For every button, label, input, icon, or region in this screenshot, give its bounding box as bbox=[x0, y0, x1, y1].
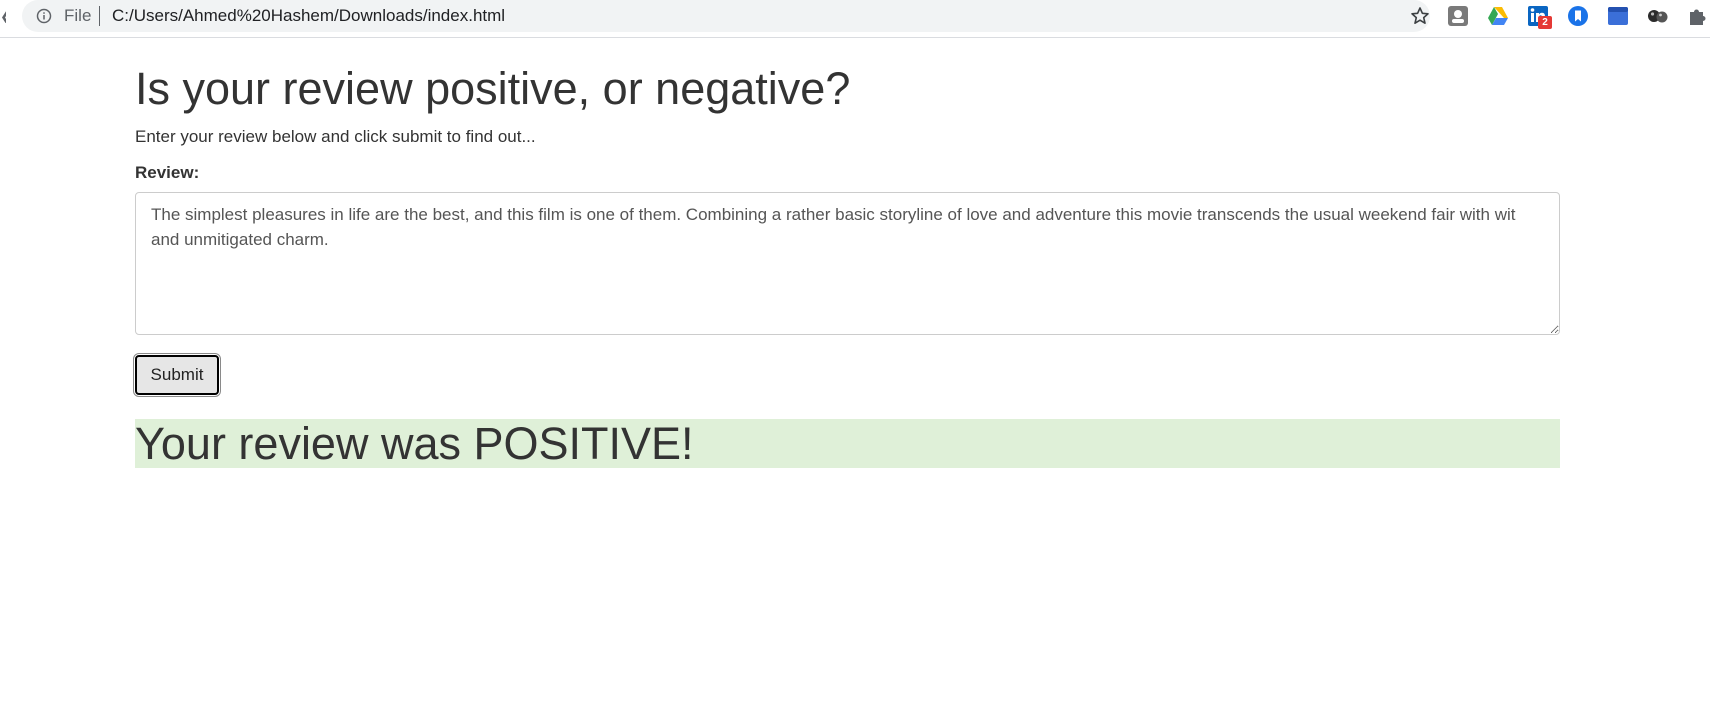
linkedin-badge: 2 bbox=[1538, 16, 1552, 29]
window-extension-icon[interactable] bbox=[1606, 4, 1630, 28]
bookmark-circle-icon[interactable] bbox=[1566, 4, 1590, 28]
result-alert: Your review was POSITIVE! bbox=[135, 419, 1560, 468]
submit-button[interactable]: Submit bbox=[133, 353, 221, 397]
toolbar-edge-arrow-icon[interactable]: ❮ bbox=[0, 9, 6, 23]
page-instructions: Enter your review below and click submit… bbox=[135, 127, 536, 146]
address-separator bbox=[99, 6, 100, 26]
review-textarea[interactable]: The simplest pleasures in life are the b… bbox=[135, 192, 1560, 335]
page-title: Is your review positive, or negative? bbox=[135, 63, 851, 114]
url-text[interactable]: C:/Users/Ahmed%20Hashem/Downloads/index.… bbox=[112, 6, 505, 26]
address-bar[interactable]: File C:/Users/Ahmed%20Hashem/Downloads/i… bbox=[22, 0, 1430, 32]
browser-toolbar: ❮ File C:/Users/Ahmed%20Hashem/Downloads… bbox=[0, 0, 1710, 38]
puzzle-icon[interactable] bbox=[1686, 4, 1710, 28]
bookmark-star-icon[interactable] bbox=[1410, 6, 1430, 26]
google-drive-icon[interactable] bbox=[1486, 4, 1510, 28]
info-icon[interactable] bbox=[36, 8, 52, 24]
file-scheme-label: File bbox=[64, 6, 92, 25]
review-label: Review: bbox=[135, 163, 200, 182]
extension-portrait-icon[interactable] bbox=[1446, 4, 1470, 28]
result-text: Your review was POSITIVE! bbox=[135, 418, 694, 469]
page-content: Is your review positive, or negative? En… bbox=[133, 38, 1560, 468]
balls-extension-icon[interactable] bbox=[1646, 4, 1670, 28]
extension-icons: 2 bbox=[1446, 4, 1710, 29]
linkedin-icon[interactable]: 2 bbox=[1526, 4, 1552, 29]
